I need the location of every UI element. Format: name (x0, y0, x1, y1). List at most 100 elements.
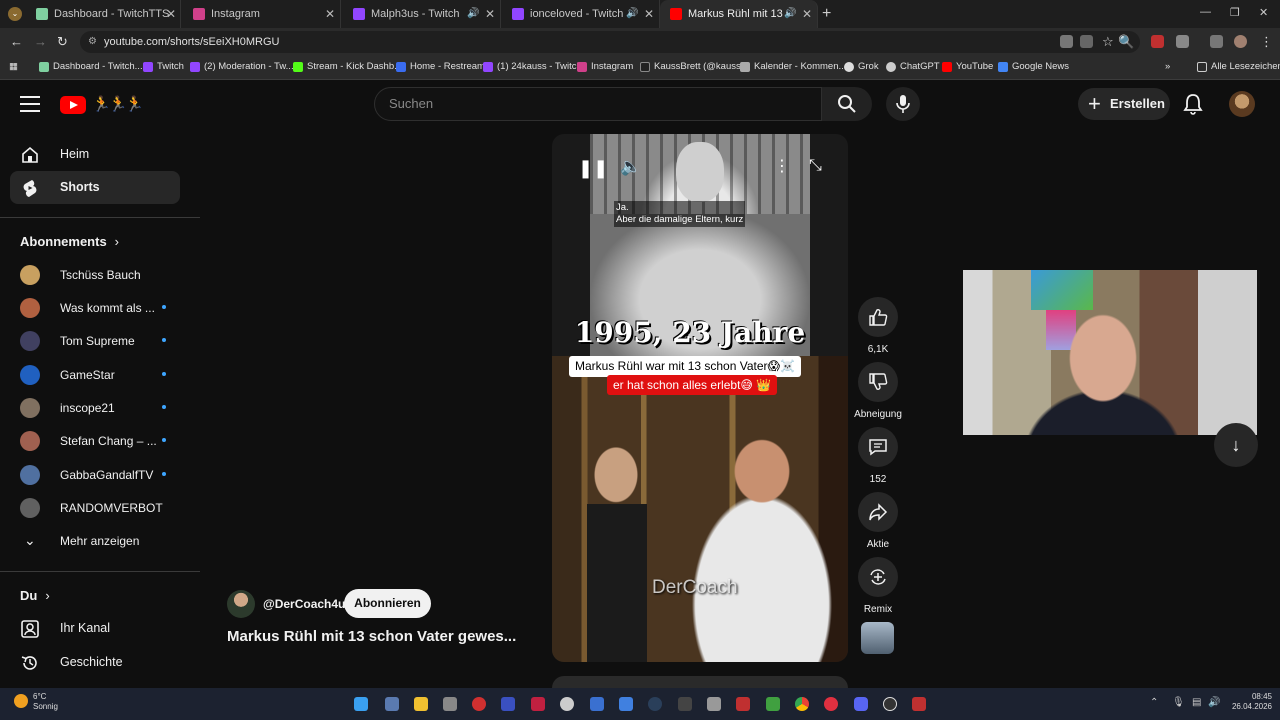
extension-red-icon[interactable] (1151, 35, 1164, 48)
subscription-item[interactable]: Was kommt als ... (20, 295, 180, 321)
taskbar-clock[interactable]: 08:45 26.04.2026 (1228, 692, 1272, 712)
subscription-item[interactable]: Tom Supreme (20, 328, 180, 354)
discord-icon[interactable] (854, 697, 868, 711)
voice-search-button[interactable] (886, 87, 920, 121)
show-more-button[interactable]: ⌄ Mehr anzeigen (20, 528, 180, 554)
share-button[interactable]: Aktie (856, 492, 900, 550)
close-window-icon[interactable]: ✕ (1259, 6, 1268, 19)
subscribe-button[interactable]: Abonnieren (344, 589, 431, 618)
subscription-item[interactable]: Stefan Chang – ... (20, 428, 180, 454)
subscription-item[interactable]: Tschüss Bauch (20, 262, 180, 288)
url-input[interactable]: ⚙ youtube.com/shorts/sEeiXH0MRGU (80, 31, 1140, 53)
reload-icon[interactable]: ↻ (57, 34, 68, 50)
youtube-logo-icon[interactable] (60, 96, 86, 114)
app-blue2-icon[interactable] (619, 697, 633, 711)
shorts-video-player[interactable]: Ja. Aber die damalige Eltern, kurz 1995,… (552, 134, 848, 662)
bookmark-item[interactable]: ChatGPT (886, 61, 940, 72)
app-circle-icon[interactable] (560, 697, 574, 711)
minimize-icon[interactable]: — (1200, 6, 1211, 18)
app-v-icon[interactable] (501, 697, 515, 711)
file-explorer-icon[interactable] (414, 697, 428, 711)
bookmark-item[interactable]: KaussBrett (@kauss... (640, 61, 749, 72)
bookmark-star-icon[interactable]: ☆ (1102, 34, 1114, 50)
bookmark-item[interactable]: Twitch (143, 61, 184, 72)
subscriptions-header[interactable]: Abonnements › (20, 234, 119, 249)
subscription-item[interactable]: GameStar (20, 362, 180, 388)
sidebar-item-shorts[interactable]: Shorts (10, 171, 180, 204)
tab-close-icon[interactable]: ✕ (325, 7, 335, 21)
cast-icon[interactable] (1080, 35, 1093, 48)
bookmark-item[interactable]: Home - Restream (396, 61, 485, 72)
sidebar-item-your-channel[interactable]: Ihr Kanal (10, 612, 180, 645)
audio-icon[interactable]: 🔊 (784, 8, 796, 19)
all-bookmarks-folder[interactable]: Alle Lesezeichen (1197, 61, 1280, 72)
doodle-icon[interactable]: 🏃🏃🏃 (92, 95, 144, 113)
tab-malph3us-twitch[interactable]: Malph3us - Twitch 🔊 ✕ (343, 0, 501, 28)
menu-icon[interactable] (20, 96, 40, 112)
bookmark-item[interactable]: Stream - Kick Dashb... (293, 61, 402, 72)
video-title[interactable]: Markus Rühl mit 13 schon Vater gewes... (227, 628, 516, 645)
translate-icon[interactable] (1060, 35, 1073, 48)
tab-ionceloved-twitch[interactable]: ionceloved - Twitch 🔊 ✕ (502, 0, 660, 28)
tab-instagram[interactable]: Instagram ✕ (183, 0, 341, 28)
sidebar-item-home[interactable]: Heim (10, 138, 180, 171)
subscription-item[interactable]: RANDOMVERBOT (20, 495, 180, 521)
create-button[interactable]: + Erstellen (1078, 88, 1170, 120)
tab-close-icon[interactable]: ✕ (166, 7, 176, 21)
media-controls-icon[interactable] (1210, 35, 1223, 48)
bookmark-item[interactable]: (2) Moderation - Tw... (190, 61, 294, 72)
calculator-icon[interactable] (385, 697, 399, 711)
restore-icon[interactable]: ❐ (1230, 6, 1240, 19)
bookmark-item[interactable]: Grok (844, 61, 879, 72)
app-gray-icon[interactable] (707, 697, 721, 711)
new-tab-icon[interactable]: + (822, 5, 831, 23)
next-short-preview[interactable] (552, 676, 848, 688)
steam-icon[interactable] (648, 697, 662, 711)
chrome-icon[interactable] (795, 697, 809, 711)
mouse-app-icon[interactable] (443, 697, 457, 711)
account-avatar[interactable] (1229, 91, 1255, 117)
search-button[interactable] (822, 87, 872, 121)
start-windows-icon[interactable] (354, 697, 368, 711)
next-video-button[interactable]: ↓ (1214, 423, 1258, 467)
audio-icon[interactable]: 🔊 (467, 8, 479, 19)
menu-dots-icon[interactable]: ⋮ (1260, 34, 1273, 50)
bookmark-item[interactable]: YouTube (942, 61, 993, 72)
sidebar-item-history[interactable]: Geschichte (10, 646, 180, 679)
app-stream2-icon[interactable] (912, 697, 926, 711)
tab-close-icon[interactable]: ✕ (644, 7, 654, 21)
bookmark-item[interactable]: Instagram (577, 61, 633, 72)
tray-mic-icon[interactable]: 🎙 (1172, 697, 1185, 708)
sound-thumbnail[interactable] (861, 622, 894, 654)
tab-dashboard-twitchtts[interactable]: Dashboard - TwitchTTS ✕ (26, 0, 181, 28)
dislike-button[interactable]: Abneigung (854, 362, 902, 420)
network-icon[interactable]: ▤ (1192, 697, 1201, 708)
channel-avatar[interactable] (227, 590, 255, 618)
app-red2-icon[interactable] (531, 697, 545, 711)
you-header[interactable]: Du › (20, 588, 50, 603)
bookmark-item[interactable]: (1) 24kauss - Twitch (483, 61, 582, 72)
extensions-puzzle-icon[interactable] (1176, 35, 1189, 48)
more-options-icon[interactable]: ⋮ (774, 156, 790, 176)
fullscreen-icon[interactable]: ⤡ (809, 157, 822, 175)
tray-chevron-icon[interactable]: ⌃ (1150, 697, 1158, 708)
bookmark-item[interactable]: Kalender - Kommen... (740, 61, 846, 72)
comments-button[interactable]: 152 (856, 427, 900, 485)
app-stream-icon[interactable] (736, 697, 750, 711)
opera-icon[interactable] (824, 697, 838, 711)
tab-dropdown-icon[interactable]: ⌄ (8, 7, 22, 21)
search-input[interactable]: Suchen (374, 87, 822, 121)
obs-icon[interactable] (883, 697, 897, 711)
forward-icon[interactable]: → (34, 34, 47, 49)
bookmark-item[interactable]: Google News (998, 61, 1069, 72)
back-icon[interactable]: ← (10, 34, 23, 49)
tab-youtube-shorts[interactable]: Markus Rühl mit 13 schon V 🔊 ✕ (660, 0, 818, 28)
volume-icon[interactable]: 🔈 (620, 157, 641, 177)
zoom-icon[interactable]: 🔍 (1118, 34, 1134, 50)
pause-icon[interactable]: ❚❚ (578, 158, 608, 179)
tab-close-icon[interactable]: ✕ (802, 7, 812, 21)
app-red-icon[interactable] (472, 697, 486, 711)
site-info-icon[interactable]: ⚙ (88, 31, 97, 53)
profile-icon[interactable] (1234, 35, 1247, 48)
like-button[interactable]: 6,1K (856, 297, 900, 355)
